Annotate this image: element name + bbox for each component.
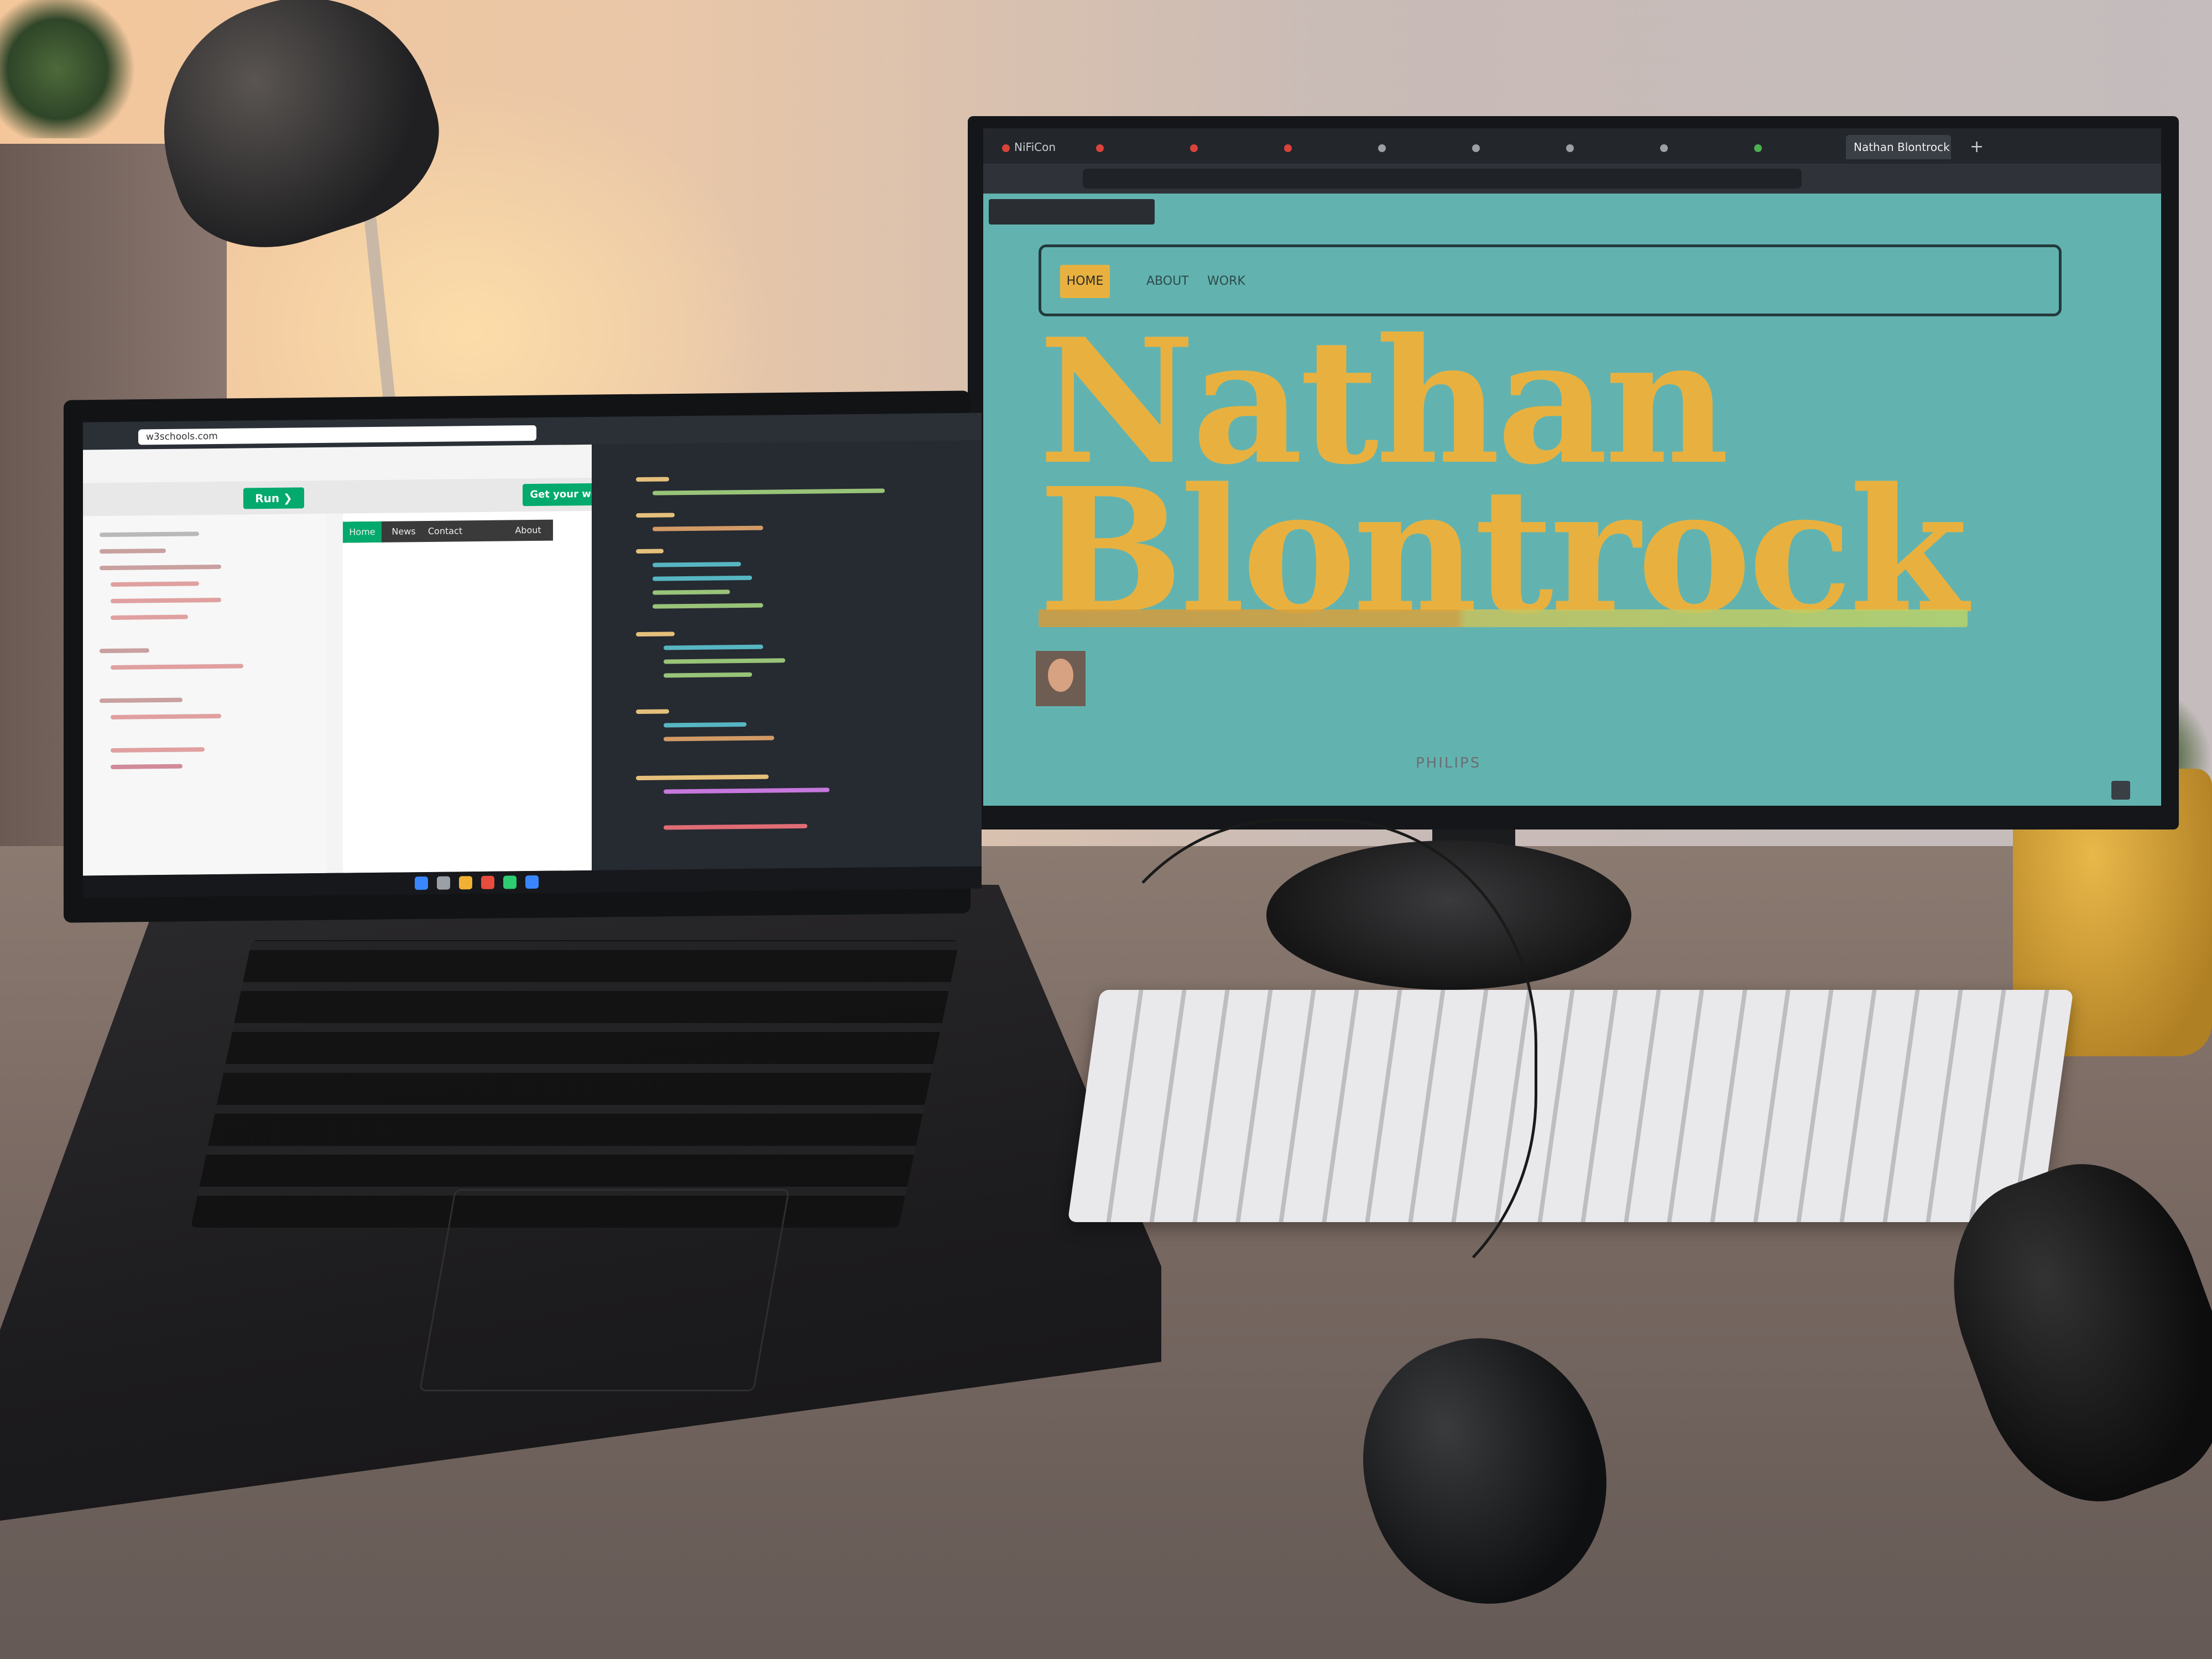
browser-tab[interactable] bbox=[1652, 135, 1741, 159]
result-nav-home[interactable]: Home bbox=[343, 521, 382, 543]
monitor-screen: NiFiCon Nathan Blontrock + HOME ABOUT WO… bbox=[983, 128, 2161, 806]
title-underline bbox=[1039, 609, 1968, 627]
browser-tab[interactable] bbox=[1746, 135, 1835, 159]
tryit-result-pane bbox=[343, 510, 592, 873]
laptop-keyboard bbox=[190, 940, 960, 1228]
laptop-touchpad bbox=[419, 1189, 790, 1391]
tryit-toolbar bbox=[83, 477, 592, 517]
vscode-icon[interactable] bbox=[525, 875, 539, 889]
browser-tab-strip: NiFiCon Nathan Blontrock + bbox=[983, 128, 2161, 164]
tab-favicon-icon bbox=[1002, 144, 1010, 152]
code-editor[interactable] bbox=[592, 440, 982, 870]
browser-tab-active[interactable]: Nathan Blontrock bbox=[1846, 135, 1951, 159]
browser-tab[interactable] bbox=[1182, 135, 1271, 159]
search-icon[interactable] bbox=[437, 876, 450, 890]
nav-about[interactable]: ABOUT bbox=[1146, 265, 1189, 298]
cable bbox=[1078, 818, 1537, 1322]
photo-scene: NiFiCon Nathan Blontrock + HOME ABOUT WO… bbox=[0, 0, 2212, 1659]
browser-tab[interactable] bbox=[1370, 135, 1459, 159]
result-nav-news[interactable]: News bbox=[384, 521, 423, 542]
avatar bbox=[1036, 651, 1086, 706]
nav-home[interactable]: HOME bbox=[1060, 265, 1110, 298]
chrome-icon[interactable] bbox=[503, 875, 517, 889]
browser-tab[interactable] bbox=[1558, 135, 1647, 159]
folder-icon[interactable] bbox=[459, 876, 472, 890]
address-bar bbox=[983, 164, 2161, 194]
monitor-brand: PHILIPS bbox=[1416, 755, 1481, 771]
result-nav-contact[interactable]: Contact bbox=[426, 520, 465, 542]
browser-tab[interactable] bbox=[1276, 135, 1365, 159]
url-field[interactable] bbox=[1083, 169, 1802, 189]
browser-tab[interactable]: NiFiCon bbox=[994, 135, 1083, 159]
media-control-bar[interactable] bbox=[989, 199, 1155, 225]
avatar-face bbox=[1048, 659, 1073, 692]
new-tab-button[interactable]: + bbox=[1962, 135, 1990, 159]
start-icon[interactable] bbox=[415, 876, 428, 890]
run-button[interactable]: Run ❯ bbox=[243, 487, 304, 509]
tray-icon[interactable] bbox=[2111, 781, 2130, 800]
result-navbar: Home News Contact About bbox=[343, 519, 553, 543]
tryit-code-pane[interactable] bbox=[83, 513, 326, 876]
browser-tab[interactable] bbox=[1464, 135, 1553, 159]
plant-left bbox=[0, 0, 144, 138]
nav-work[interactable]: WORK bbox=[1207, 265, 1245, 298]
browser-icon[interactable] bbox=[481, 875, 494, 889]
laptop-screen: w3schools.com Run ❯ Get your website Hom… bbox=[83, 413, 982, 898]
browser-tab[interactable] bbox=[1088, 135, 1177, 159]
result-nav-about[interactable]: About bbox=[509, 520, 547, 541]
